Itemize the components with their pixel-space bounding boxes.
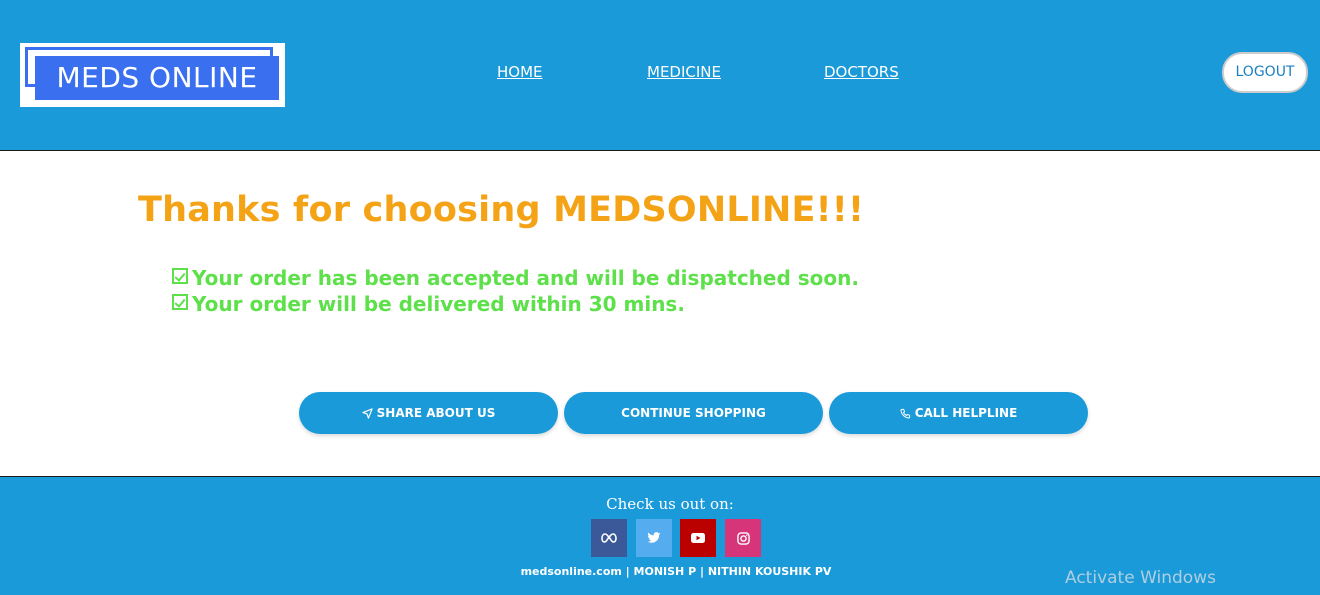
logout-button[interactable]: LOGOUT — [1222, 52, 1308, 93]
twitter-icon — [647, 532, 661, 543]
meta-icon — [601, 533, 617, 543]
nav-medicine-link[interactable]: MEDICINE — [647, 63, 721, 81]
continue-shopping-label: CONTINUE SHOPPING — [621, 406, 766, 420]
send-icon — [361, 407, 373, 419]
check-us-out-text: Check us out on: — [606, 495, 734, 513]
call-helpline-label: CALL HELPLINE — [914, 406, 1018, 420]
delivery-time-message: Your order will be delivered within 30 m… — [172, 292, 685, 316]
thanks-heading: Thanks for choosing MEDSONLINE!!! — [138, 190, 865, 230]
logo-text: MEDS ONLINE — [35, 56, 279, 100]
header: MEDS ONLINE HOME MEDICINE DOCTORS LOGOUT — [0, 0, 1320, 151]
delivery-time-text: Your order will be delivered within 30 m… — [192, 292, 685, 316]
meta-link[interactable] — [591, 519, 627, 557]
instagram-link[interactable] — [725, 519, 761, 557]
youtube-link[interactable] — [680, 519, 716, 557]
order-accepted-text: Your order has been accepted and will be… — [192, 266, 859, 290]
share-about-us-button[interactable]: SHARE ABOUT US — [299, 392, 558, 434]
call-helpline-button[interactable]: CALL HELPLINE — [829, 392, 1088, 434]
order-accepted-message: Your order has been accepted and will be… — [172, 266, 859, 290]
activate-windows-watermark: Activate Windows — [1065, 568, 1216, 588]
phone-icon — [900, 408, 910, 419]
nav-home-link[interactable]: HOME — [497, 63, 543, 81]
nav-doctors-link[interactable]: DOCTORS — [824, 63, 899, 81]
continue-shopping-button[interactable]: CONTINUE SHOPPING — [564, 392, 823, 434]
instagram-icon — [736, 531, 750, 545]
logo[interactable]: MEDS ONLINE — [20, 43, 285, 107]
youtube-icon — [691, 533, 705, 543]
checkbox-icon — [172, 294, 188, 310]
share-about-us-label: SHARE ABOUT US — [376, 406, 496, 420]
checkbox-icon — [172, 268, 188, 284]
twitter-link[interactable] — [636, 519, 672, 557]
